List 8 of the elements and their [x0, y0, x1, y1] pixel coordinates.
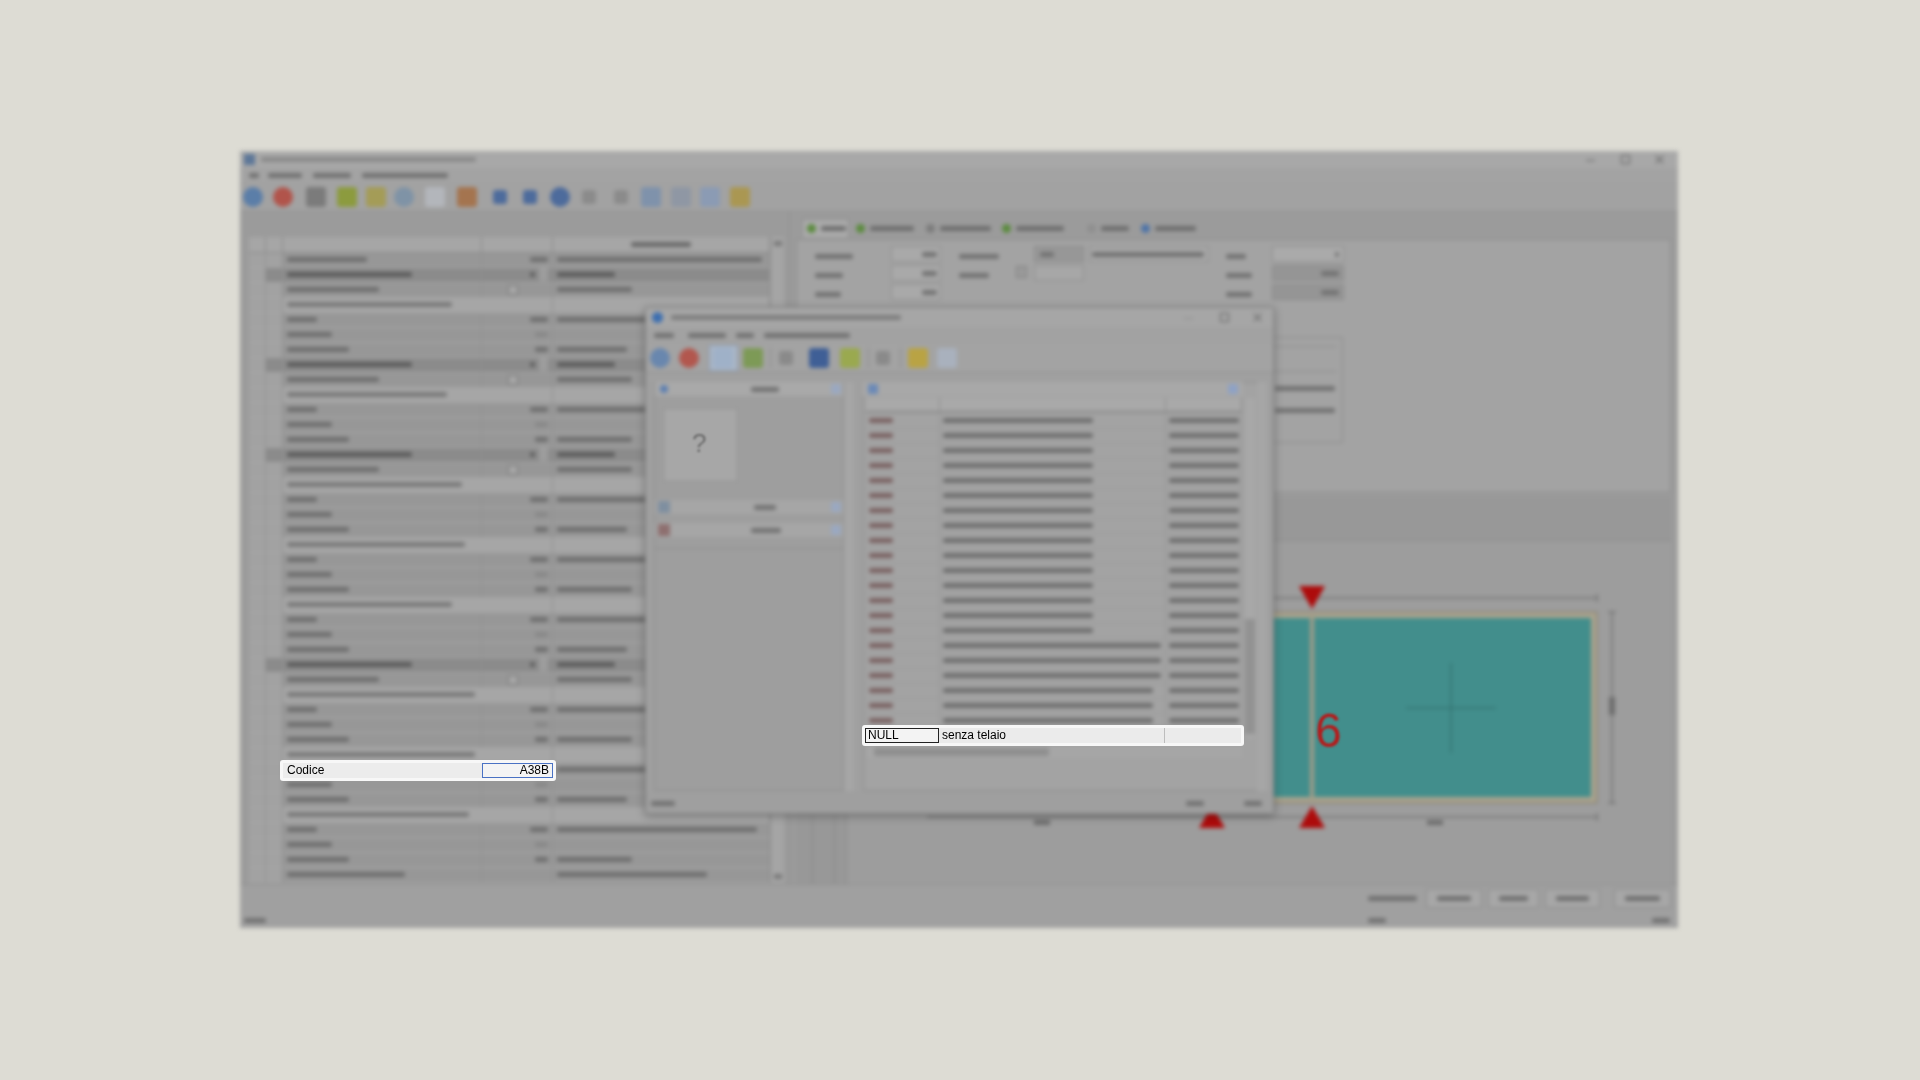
lookup-row[interactable]: NULL senza telaio: [862, 724, 1244, 746]
preview-question-mark: ?: [692, 430, 707, 456]
property-value[interactable]: A38B: [482, 762, 553, 778]
property-label: Codice: [283, 762, 482, 778]
property-row[interactable]: Codice A38B: [280, 759, 556, 781]
code-cell: NULL: [865, 727, 939, 743]
description-cell: senza telaio: [939, 727, 1165, 743]
sash-number-label: 6: [1315, 707, 1342, 755]
